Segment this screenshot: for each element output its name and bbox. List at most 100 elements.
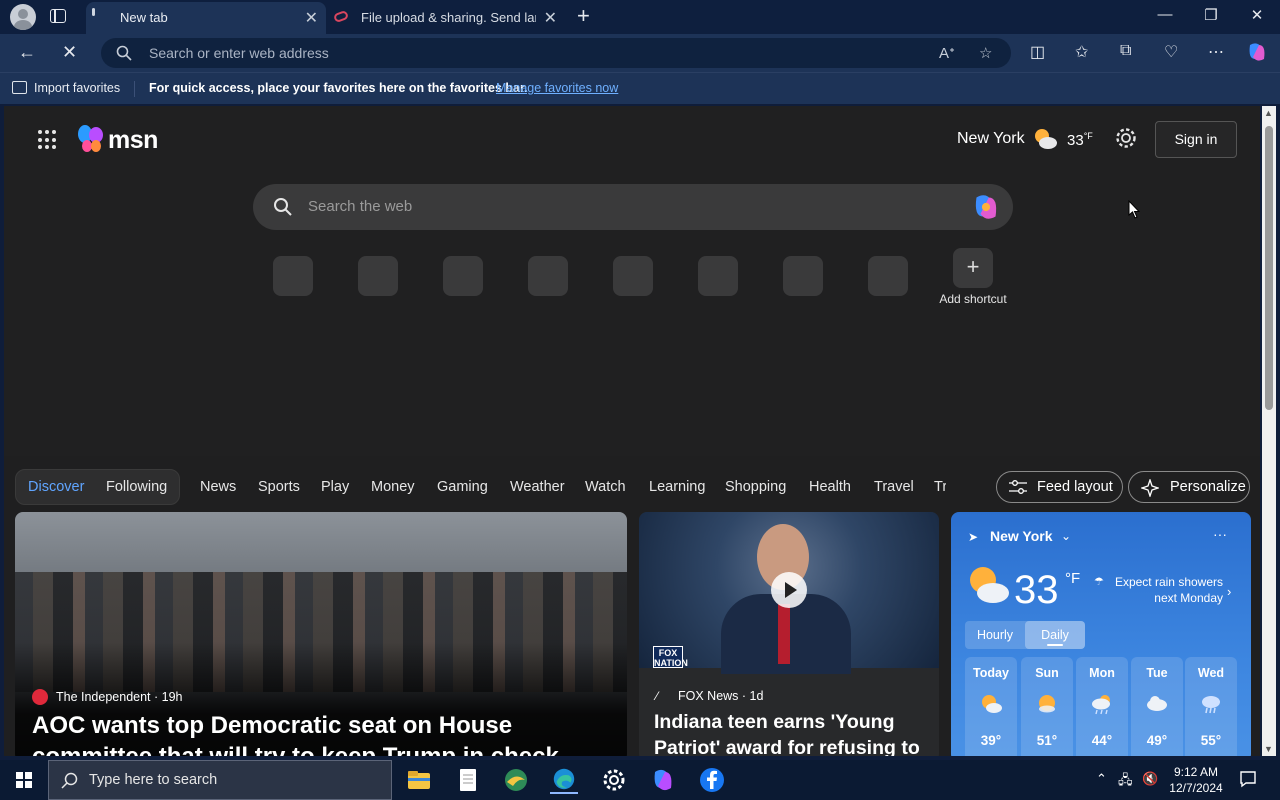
news-headline[interactable]: Indiana teen earns 'Young Patriot' award… bbox=[654, 709, 934, 756]
navigation-bar: ← ✕ Search or enter web address Aᐩ ☆ ◫ ✩… bbox=[0, 34, 1280, 72]
category-truncated[interactable]: Tr bbox=[934, 479, 946, 495]
personalize-button[interactable]: Personalize bbox=[1128, 471, 1250, 503]
forecast-day[interactable]: Today 39° bbox=[965, 657, 1017, 756]
add-shortcut-button[interactable]: + bbox=[953, 248, 993, 288]
daily-tab[interactable]: Daily bbox=[1025, 621, 1085, 649]
shortcut-tile[interactable] bbox=[783, 256, 823, 296]
favorites-icon[interactable]: ✩ bbox=[1075, 42, 1088, 62]
scrollbar-thumb[interactable] bbox=[1265, 126, 1273, 410]
tab-file-upload[interactable]: File upload & sharing. Send large ✕ bbox=[327, 2, 565, 34]
windows-start-icon[interactable] bbox=[16, 772, 32, 788]
play-icon[interactable] bbox=[771, 572, 807, 608]
partly-cloudy-icon bbox=[970, 567, 1009, 603]
tab-new-tab[interactable]: New tab ✕ bbox=[86, 2, 326, 34]
new-tab-button[interactable]: + bbox=[577, 3, 590, 29]
edge-browser-app[interactable] bbox=[550, 766, 578, 794]
shortcut-tile[interactable] bbox=[528, 256, 568, 296]
tab-close-icon[interactable]: ✕ bbox=[544, 8, 557, 28]
category-watch[interactable]: Watch bbox=[585, 479, 626, 495]
chevron-up-icon[interactable]: ⌃ bbox=[1096, 771, 1107, 787]
app-launcher-icon[interactable] bbox=[38, 130, 58, 150]
minimize-button[interactable]: — bbox=[1150, 6, 1180, 23]
copilot-icon[interactable] bbox=[971, 192, 1001, 222]
category-news[interactable]: News bbox=[200, 479, 236, 495]
split-screen-icon[interactable]: ◫ bbox=[1030, 42, 1045, 62]
chevron-right-icon[interactable]: › bbox=[1227, 584, 1231, 599]
file-explorer-icon[interactable] bbox=[405, 766, 433, 794]
page-scrollbar[interactable]: ▲ ▼ bbox=[1262, 106, 1276, 756]
scroll-up-icon[interactable]: ▲ bbox=[1264, 108, 1273, 118]
settings-gear-icon[interactable] bbox=[600, 766, 628, 794]
msn-logo-text[interactable]: msn bbox=[108, 126, 158, 155]
import-favorites-button[interactable]: Import favorites bbox=[34, 81, 120, 95]
hourly-tab[interactable]: Hourly bbox=[965, 621, 1025, 649]
news-headline[interactable]: AOC wants top Democratic seat on House c… bbox=[32, 710, 622, 756]
address-bar[interactable]: Search or enter web address Aᐩ ☆ bbox=[101, 38, 1011, 68]
web-search-box[interactable]: Search the web bbox=[253, 184, 1013, 230]
news-source: FOX News · 1d bbox=[678, 689, 764, 703]
category-learning[interactable]: Learning bbox=[649, 479, 705, 495]
read-aloud-icon[interactable]: Aᐩ bbox=[939, 44, 955, 62]
copilot-icon[interactable] bbox=[1246, 41, 1268, 63]
tab-actions-icon[interactable] bbox=[50, 9, 66, 23]
shortcut-tile[interactable] bbox=[358, 256, 398, 296]
favorites-hint: For quick access, place your favorites h… bbox=[149, 81, 528, 95]
category-weather[interactable]: Weather bbox=[510, 479, 565, 495]
manage-favorites-link[interactable]: Manage favorites now bbox=[496, 81, 618, 95]
feed-layout-button[interactable]: Feed layout bbox=[996, 471, 1123, 503]
chevron-down-icon[interactable]: ⌄ bbox=[1061, 529, 1071, 543]
restore-button[interactable]: ❐ bbox=[1196, 6, 1226, 24]
notepad-icon[interactable] bbox=[454, 766, 482, 794]
tab-discover[interactable]: Discover bbox=[28, 479, 84, 495]
category-sports[interactable]: Sports bbox=[258, 479, 300, 495]
news-card-fox[interactable]: FOX NATION ⁄ FOX News · 1d Indiana teen … bbox=[639, 512, 939, 756]
facebook-icon[interactable] bbox=[698, 766, 726, 794]
forecast-day[interactable]: Tue 49° bbox=[1131, 657, 1183, 756]
weather-location[interactable]: New York bbox=[990, 528, 1053, 544]
shortcut-tile[interactable] bbox=[698, 256, 738, 296]
weather-forecast-note[interactable]: Expect rain showers next Monday bbox=[1111, 574, 1223, 606]
browser-essentials-icon[interactable]: ♡ bbox=[1164, 42, 1178, 62]
profile-avatar[interactable] bbox=[10, 4, 36, 30]
taskbar-search-box[interactable]: Type here to search bbox=[48, 760, 392, 800]
thumbnail-figure bbox=[778, 604, 790, 664]
network-icon[interactable]: 🖧 bbox=[1118, 771, 1133, 793]
edge-dev-icon[interactable] bbox=[502, 766, 530, 794]
shortcut-tile[interactable] bbox=[273, 256, 313, 296]
shortcut-tile[interactable] bbox=[868, 256, 908, 296]
settings-more-icon[interactable]: ⋯ bbox=[1208, 42, 1224, 62]
copilot-app-icon[interactable] bbox=[649, 766, 677, 794]
shortcut-tile[interactable] bbox=[613, 256, 653, 296]
the-independent-logo-icon bbox=[32, 689, 48, 705]
volume-muted-icon[interactable]: 🔇 bbox=[1142, 771, 1158, 787]
header-location[interactable]: New York bbox=[957, 130, 1025, 148]
category-money[interactable]: Money bbox=[371, 479, 415, 495]
forecast-day[interactable]: Sun 51° bbox=[1021, 657, 1073, 756]
favorite-star-icon[interactable]: ☆ bbox=[979, 44, 992, 62]
category-travel[interactable]: Travel bbox=[874, 479, 914, 495]
weather-card[interactable]: ➤ New York ⌄ ··· 33 °F ☂ Expect rain sho… bbox=[951, 512, 1251, 756]
header-temperature[interactable]: 33°F bbox=[1067, 131, 1093, 149]
collections-icon[interactable]: ⧉ bbox=[1120, 42, 1131, 60]
shortcut-tile[interactable] bbox=[443, 256, 483, 296]
scroll-down-icon[interactable]: ▼ bbox=[1264, 744, 1273, 754]
tab-following[interactable]: Following bbox=[106, 479, 167, 495]
sliders-icon bbox=[1009, 480, 1027, 494]
notifications-icon[interactable] bbox=[1239, 770, 1257, 788]
tab-close-icon[interactable]: ✕ bbox=[305, 8, 318, 28]
news-source: The Independent · 19h bbox=[56, 690, 183, 704]
category-shopping[interactable]: Shopping bbox=[725, 479, 786, 495]
close-window-button[interactable]: ✕ bbox=[1242, 6, 1272, 24]
gear-icon[interactable] bbox=[1114, 126, 1138, 150]
stop-loading-icon[interactable]: ✕ bbox=[62, 42, 77, 63]
back-arrow-icon[interactable]: ← bbox=[18, 42, 36, 63]
sign-in-button[interactable]: Sign in bbox=[1155, 121, 1237, 158]
forecast-day[interactable]: Wed 55° bbox=[1185, 657, 1237, 756]
category-health[interactable]: Health bbox=[809, 479, 851, 495]
category-gaming[interactable]: Gaming bbox=[437, 479, 488, 495]
forecast-day[interactable]: Mon 44° bbox=[1076, 657, 1128, 756]
news-card-main[interactable]: The Independent · 19h AOC wants top Demo… bbox=[15, 512, 627, 756]
category-play[interactable]: Play bbox=[321, 479, 349, 495]
more-options-icon[interactable]: ··· bbox=[1213, 526, 1227, 542]
system-clock[interactable]: 9:12 AM 12/7/2024 bbox=[1166, 764, 1226, 796]
